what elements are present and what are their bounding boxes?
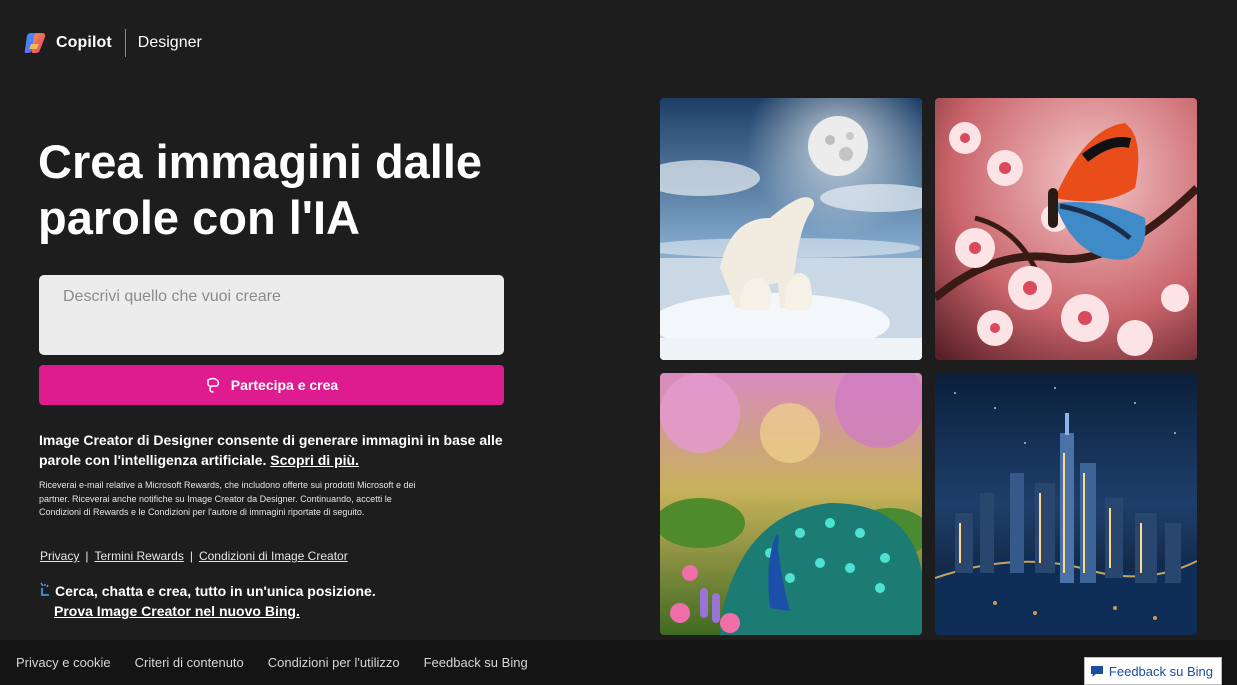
title-line-2: parole con l'IA xyxy=(38,191,360,244)
gallery-image-city-night[interactable] xyxy=(935,373,1197,635)
footer-terms-of-use-link[interactable]: Condizioni per l'utilizzo xyxy=(268,655,400,670)
product-name[interactable]: Designer xyxy=(138,34,202,52)
promo-text: Cerca, chatta e crea, tutto in un'unica … xyxy=(55,583,376,599)
feedback-icon xyxy=(1090,665,1103,677)
create-button-label: Partecipa e crea xyxy=(230,377,339,393)
feedback-button-label: Feedback su Bing xyxy=(1108,663,1213,679)
prompt-input[interactable] xyxy=(39,275,504,355)
footer-privacy-cookies-link[interactable]: Privacy e cookie xyxy=(16,655,111,670)
intro-text: Image Creator di Designer consente di ge… xyxy=(39,430,509,470)
try-new-bing-link[interactable]: Prova Image Creator nel nuovo Bing. xyxy=(54,601,376,621)
footer-content-policy-link[interactable]: Criteri di contenuto xyxy=(135,655,244,670)
footer-feedback-link[interactable]: Feedback su Bing xyxy=(424,655,528,670)
footer: Privacy e cookie Criteri di contenuto Co… xyxy=(0,640,1237,685)
brand-name[interactable]: Copilot xyxy=(56,34,112,52)
legal-links: Privacy | Termini Rewards | Condizioni d… xyxy=(40,549,348,563)
page-title: Crea immagini dalle parole con l'IA xyxy=(38,134,558,246)
sparkle-icon xyxy=(40,582,49,596)
feedback-button[interactable]: Feedback su Bing xyxy=(1083,657,1222,685)
header: Copilot Designer xyxy=(22,28,202,58)
rewards-terms-link[interactable]: Termini Rewards xyxy=(94,549,183,563)
gallery-image-butterfly[interactable] xyxy=(935,98,1197,360)
gallery-image-peacock[interactable] xyxy=(660,373,922,635)
copilot-logo-icon[interactable] xyxy=(22,30,48,56)
privacy-link[interactable]: Privacy xyxy=(40,549,79,563)
magic-icon xyxy=(207,377,219,393)
page: Copilot Designer Crea immagini dalle par… xyxy=(0,0,1237,685)
learn-more-link[interactable]: Scopri di più. xyxy=(270,452,359,468)
header-divider xyxy=(124,29,126,57)
image-creator-terms-link[interactable]: Condizioni di Image Creator xyxy=(199,549,348,563)
title-line-1: Crea immagini dalle xyxy=(38,135,483,188)
link-separator: | xyxy=(85,549,89,563)
join-and-create-button[interactable]: Partecipa e crea xyxy=(39,365,504,405)
link-separator: | xyxy=(189,549,193,563)
promo: Cerca, chatta e crea, tutto in un'unica … xyxy=(39,581,376,621)
fine-print: Riceverai e-mail relative a Microsoft Re… xyxy=(39,480,416,517)
gallery-image-polar-bears[interactable] xyxy=(660,98,922,360)
